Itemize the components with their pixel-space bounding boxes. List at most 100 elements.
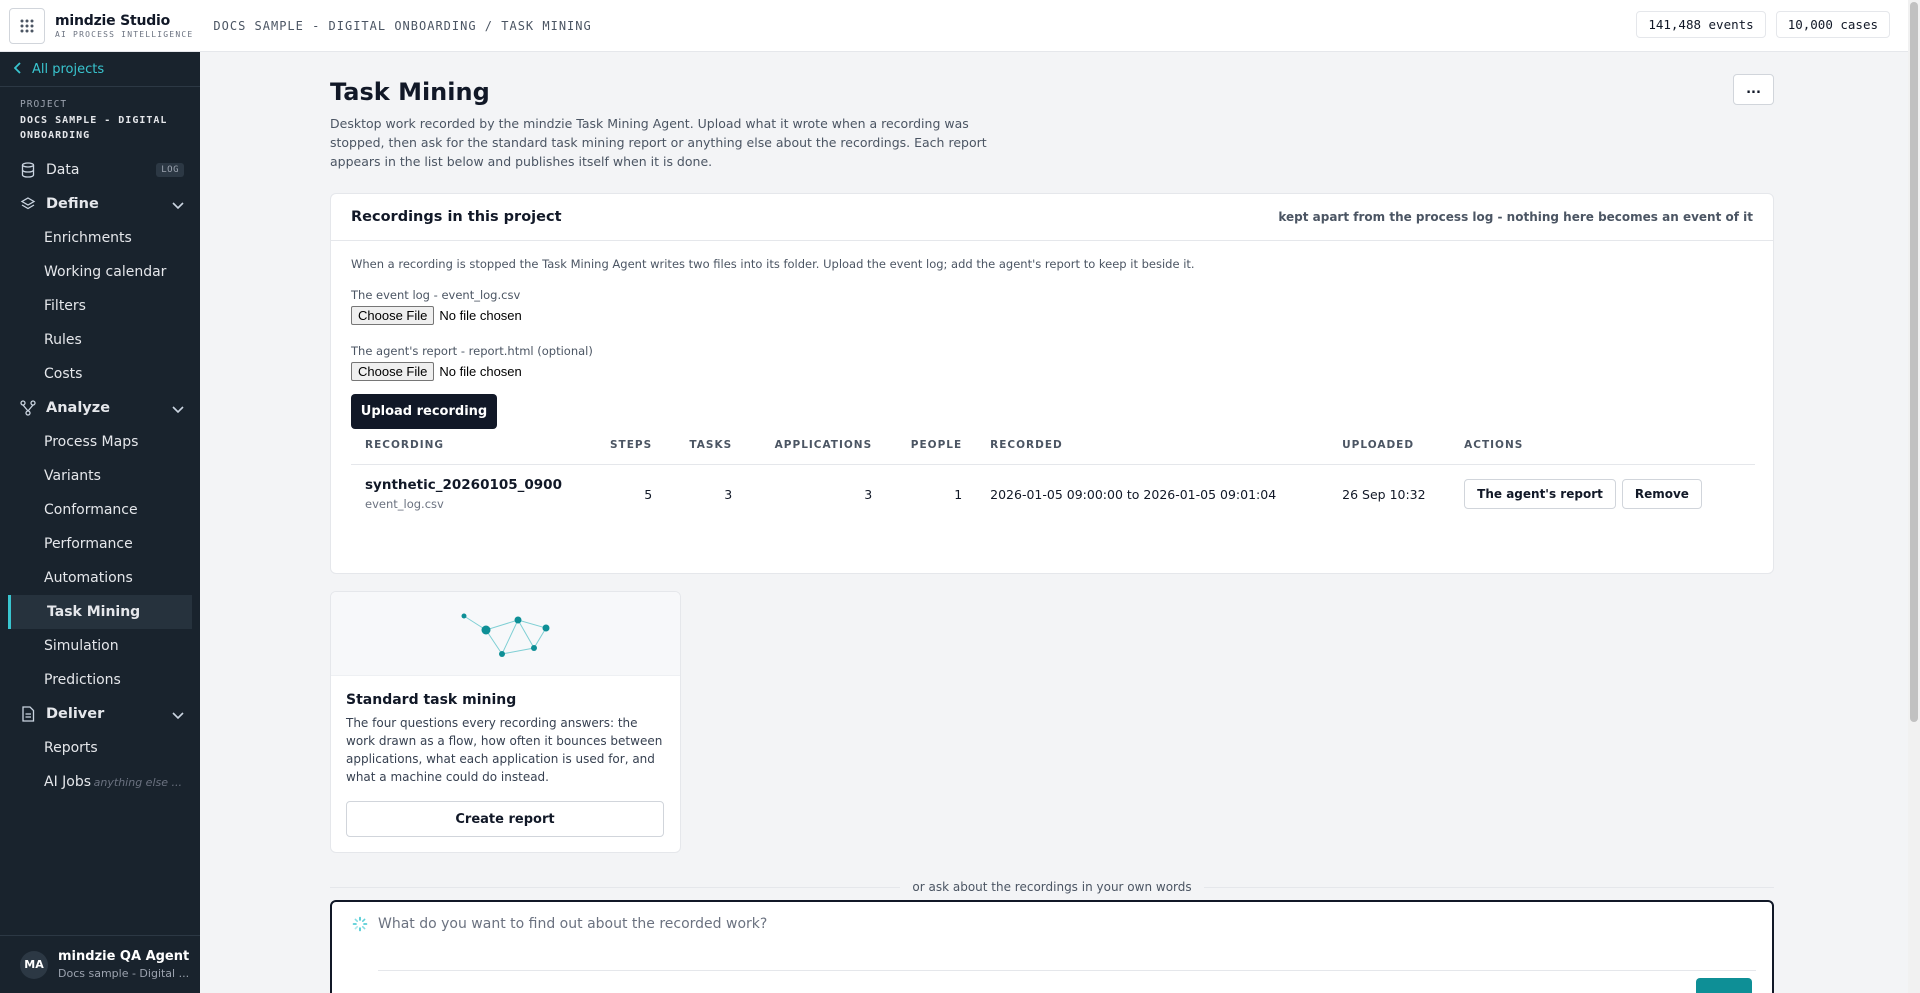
column-header: RECORDED bbox=[976, 427, 1329, 465]
recording-file: event_log.csv bbox=[365, 497, 444, 512]
recordings-note: kept apart from the process log - nothin… bbox=[1278, 210, 1753, 224]
ask-divider: or ask about the recordings in your own … bbox=[330, 880, 1775, 894]
brand-tagline: AI PROCESS INTELLIGENCE bbox=[55, 29, 194, 39]
send-button[interactable] bbox=[1696, 978, 1752, 993]
section-label: Define bbox=[46, 196, 99, 212]
column-header: STEPS bbox=[596, 427, 667, 465]
create-report-button[interactable]: Create report bbox=[346, 801, 664, 837]
ask-input-box[interactable]: What do you want to find out about the r… bbox=[330, 900, 1774, 993]
sidebar-item-label: Data bbox=[46, 162, 80, 178]
chevron-down-icon[interactable] bbox=[172, 708, 184, 724]
sidebar-item-label: AI Jobs bbox=[44, 774, 92, 790]
recording-recorded: 2026-01-05 09:00:00 to 2026-01-05 09:01:… bbox=[990, 486, 1277, 502]
database-icon bbox=[20, 162, 36, 178]
sidebar-item-task-mining[interactable]: Task Mining bbox=[8, 595, 192, 629]
upload-hint: When a recording is stopped the Task Min… bbox=[351, 257, 1195, 271]
agents-report-button[interactable]: The agent's report bbox=[1464, 479, 1616, 510]
layers-icon bbox=[20, 196, 36, 212]
recording-steps: 5 bbox=[644, 486, 653, 502]
sidebar-item-ai-jobs[interactable]: AI Jobs anything else ... bbox=[0, 765, 200, 799]
avatar: MA bbox=[20, 950, 48, 979]
project-label: PROJECT bbox=[20, 99, 68, 110]
top-bar: mindzie Studio AI PROCESS INTELLIGENCE D… bbox=[0, 0, 1920, 52]
recording-people: 1 bbox=[954, 486, 963, 502]
main-content: Task Mining Desktop work recorded by the… bbox=[200, 52, 1908, 993]
tile-title: Standard task mining bbox=[346, 692, 517, 708]
sidebar-item-rules[interactable]: Rules bbox=[0, 323, 200, 357]
recording-uploaded: 26 Sep 10:32 bbox=[1342, 486, 1426, 502]
sidebar-item-automations[interactable]: Automations bbox=[0, 561, 200, 595]
ai-jobs-hint: anything else ... bbox=[93, 775, 182, 789]
breadcrumb: DOCS SAMPLE - DIGITAL ONBOARDING / TASK … bbox=[213, 18, 592, 33]
sidebar-item-data[interactable]: Data LOG bbox=[0, 153, 200, 187]
events-count: 141,488 events bbox=[1636, 11, 1766, 38]
standard-task-mining-tile: Standard task mining The four questions … bbox=[330, 591, 681, 853]
recordings-card: Recordings in this project kept apart fr… bbox=[330, 193, 1774, 574]
chevron-down-icon[interactable] bbox=[172, 198, 184, 214]
column-header: PEOPLE bbox=[886, 427, 977, 465]
chevron-down-icon[interactable] bbox=[172, 402, 184, 418]
page-scrollbar[interactable] bbox=[1908, 0, 1920, 993]
sidebar-item-enrichments[interactable]: Enrichments bbox=[0, 221, 200, 255]
recording-name: synthetic_20260105_0900 bbox=[365, 477, 562, 494]
sidebar-section-define[interactable]: Define bbox=[0, 187, 200, 221]
document-icon bbox=[20, 706, 36, 722]
network-graph-icon bbox=[331, 592, 680, 676]
tile-description: The four questions every recording answe… bbox=[346, 716, 663, 784]
section-label: Analyze bbox=[46, 400, 111, 416]
event-log-label: The event log - event_log.csv bbox=[351, 288, 521, 302]
sidebar-item-predictions[interactable]: Predictions bbox=[0, 663, 200, 697]
choose-event-log-button[interactable]: Choose File bbox=[351, 306, 435, 325]
sidebar-item-conformance[interactable]: Conformance bbox=[0, 493, 200, 527]
all-projects-link[interactable]: All projects bbox=[0, 52, 200, 87]
report-file-input[interactable]: Choose File No file chosen bbox=[351, 362, 1753, 381]
column-header: RECORDING bbox=[351, 427, 596, 465]
recordings-title: Recordings in this project bbox=[351, 209, 562, 225]
brand[interactable]: mindzie Studio AI PROCESS INTELLIGENCE bbox=[55, 13, 193, 39]
sidebar-item-process-maps[interactable]: Process Maps bbox=[0, 425, 200, 459]
all-projects-label: All projects bbox=[32, 61, 105, 77]
column-header: TASKS bbox=[666, 427, 747, 465]
recordings-table: RECORDING STEPS TASKS APPLICATIONS PEOPL… bbox=[351, 427, 1755, 524]
column-header: ACTIONS bbox=[1450, 427, 1755, 465]
report-label: The agent's report - report.html (option… bbox=[351, 344, 593, 358]
chevron-left-icon bbox=[13, 61, 22, 77]
choose-report-button[interactable]: Choose File bbox=[351, 362, 435, 381]
sidebar-section-deliver[interactable]: Deliver bbox=[0, 697, 200, 731]
app-grid-icon[interactable] bbox=[9, 7, 45, 44]
sidebar-item-costs[interactable]: Costs bbox=[0, 357, 200, 391]
event-log-file-input[interactable]: Choose File No file chosen bbox=[351, 306, 1753, 325]
more-options-button[interactable]: ... bbox=[1733, 74, 1774, 105]
recording-applications: 3 bbox=[864, 486, 873, 502]
sidebar-item-variants[interactable]: Variants bbox=[0, 459, 200, 493]
table-row: synthetic_20260105_0900 event_log.csv 5 … bbox=[351, 464, 1755, 524]
sidebar-item-performance[interactable]: Performance bbox=[0, 527, 200, 561]
sidebar-nav: Data LOG Define Enrichments Working cale… bbox=[0, 153, 200, 799]
branch-icon bbox=[20, 400, 36, 416]
user-menu[interactable]: MA mindzie QA Agent Docs sample - Digita… bbox=[0, 935, 200, 993]
recording-actions: The agent's report Remove bbox=[1450, 464, 1755, 524]
project-name: DOCS SAMPLE - DIGITAL ONBOARDING bbox=[20, 115, 168, 141]
sidebar: All projects PROJECT DOCS SAMPLE - DIGIT… bbox=[0, 52, 200, 993]
page-description: Desktop work recorded by the mindzie Tas… bbox=[330, 116, 987, 169]
remove-button[interactable]: Remove bbox=[1621, 479, 1702, 510]
scrollbar-thumb[interactable] bbox=[1910, 2, 1918, 722]
log-badge: LOG bbox=[156, 163, 184, 177]
recording-tasks: 3 bbox=[724, 486, 733, 502]
user-project: Docs sample - Digital ... bbox=[58, 967, 190, 980]
report-file-status: No file chosen bbox=[439, 364, 522, 379]
column-header: UPLOADED bbox=[1328, 427, 1451, 465]
sidebar-item-simulation[interactable]: Simulation bbox=[0, 629, 200, 663]
column-header: APPLICATIONS bbox=[746, 427, 887, 465]
spinner-icon bbox=[352, 916, 368, 936]
upload-recording-button[interactable]: Upload recording bbox=[351, 394, 497, 429]
ask-input-placeholder[interactable]: What do you want to find out about the r… bbox=[378, 916, 767, 932]
section-label: Deliver bbox=[46, 706, 105, 722]
sidebar-section-analyze[interactable]: Analyze bbox=[0, 391, 200, 425]
event-log-file-status: No file chosen bbox=[439, 308, 522, 323]
page-title: Task Mining bbox=[330, 78, 490, 106]
sidebar-item-filters[interactable]: Filters bbox=[0, 289, 200, 323]
ask-divider-label: or ask about the recordings in your own … bbox=[912, 880, 1192, 894]
sidebar-item-working-calendar[interactable]: Working calendar bbox=[0, 255, 200, 289]
sidebar-item-reports[interactable]: Reports bbox=[0, 731, 200, 765]
